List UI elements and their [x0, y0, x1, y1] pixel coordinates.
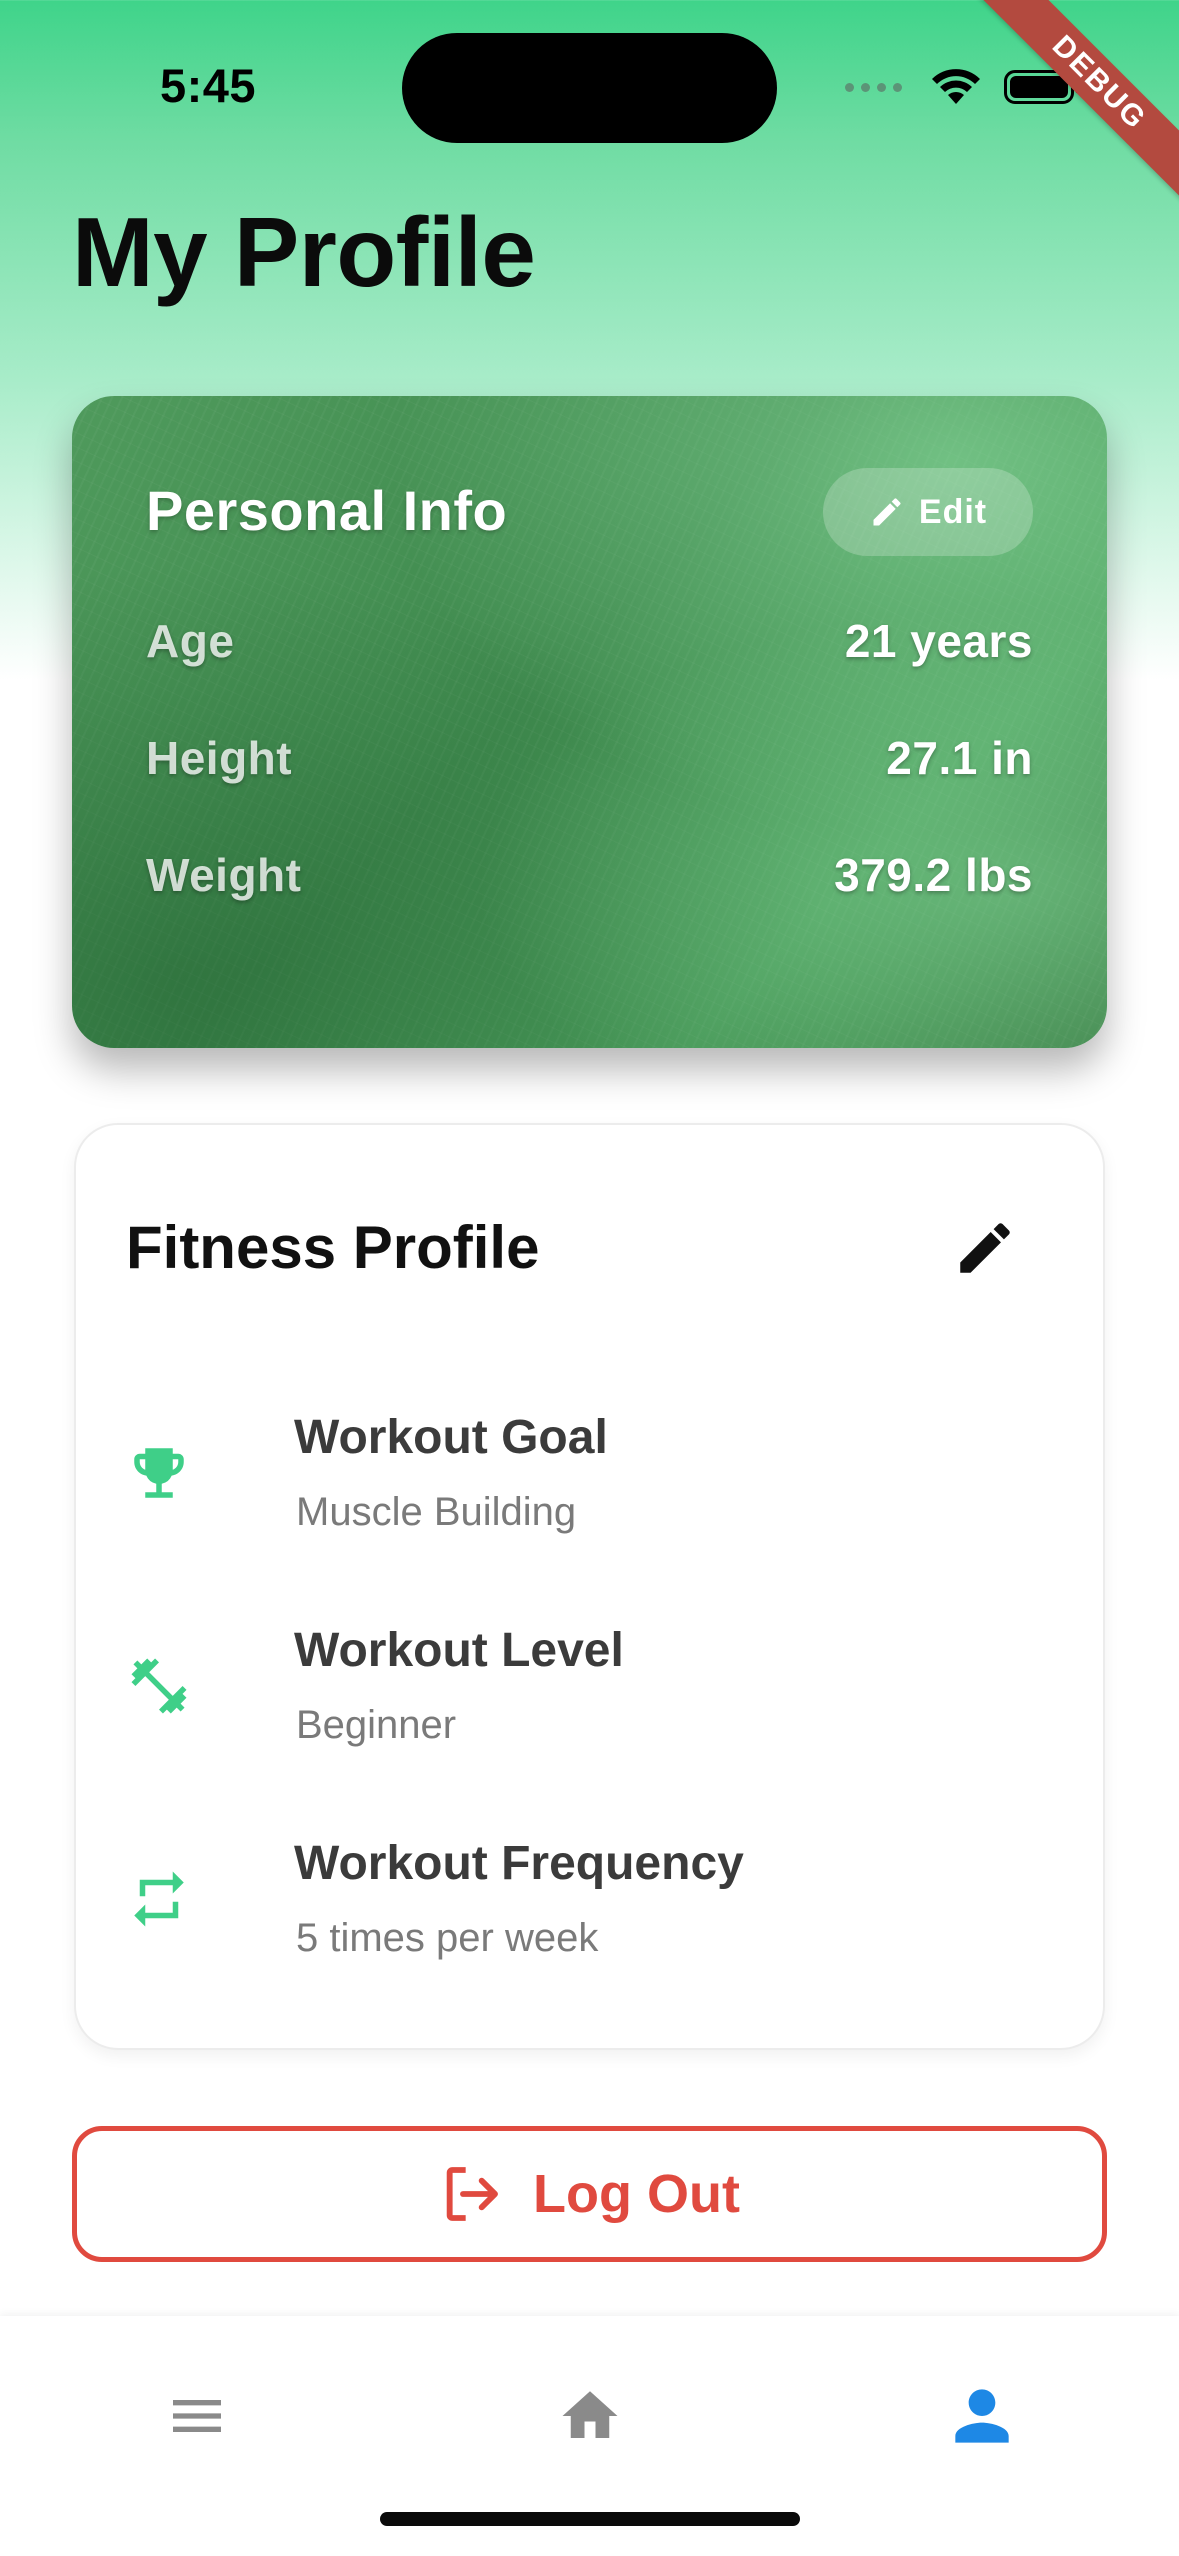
status-time: 5:45 — [160, 59, 257, 112]
edit-label: Edit — [918, 492, 988, 531]
fitness-item-title: Workout Frequency — [294, 1837, 744, 1890]
repeat-icon — [134, 1871, 184, 1927]
fitness-edit-pencil-icon[interactable] — [952, 1215, 1018, 1281]
fitness-item-value: Muscle Building — [296, 1490, 577, 1534]
fitness-profile-heading: Fitness Profile — [126, 1214, 540, 1281]
home-indicator — [380, 2512, 800, 2526]
nav-profile-button[interactable] — [942, 2376, 1022, 2456]
logout-icon — [446, 2167, 498, 2221]
logout-label: Log Out — [533, 2164, 740, 2224]
info-row-weight: Weight 379.2 lbs — [146, 848, 1033, 902]
debug-banner: DEBUG — [948, 0, 1179, 234]
fitness-item-workout-frequency[interactable]: Workout Frequency 5 times per week — [126, 1836, 1026, 1976]
personal-info-heading: Personal Info — [146, 479, 508, 542]
info-label: Age — [146, 615, 235, 667]
trophy-icon — [134, 1448, 184, 1498]
nav-home-button[interactable] — [550, 2376, 630, 2456]
nav-menu-button[interactable] — [157, 2376, 237, 2456]
fitness-item-workout-goal[interactable]: Workout Goal Muscle Building — [126, 1410, 1026, 1550]
wifi-icon — [932, 69, 980, 104]
info-label: Weight — [146, 849, 302, 901]
dumbbell-icon — [131, 1658, 187, 1714]
info-value: 21 years — [844, 615, 1033, 667]
menu-icon — [173, 2400, 221, 2432]
home-icon — [562, 2391, 618, 2438]
info-value: 379.2 lbs — [834, 849, 1033, 901]
info-label: Height — [146, 732, 293, 784]
profile-icon — [955, 2389, 1009, 2443]
fitness-item-title: Workout Level — [294, 1624, 624, 1677]
logout-button[interactable]: Log Out — [72, 2126, 1107, 2262]
fitness-item-value: 5 times per week — [296, 1916, 599, 1960]
info-row-age: Age 21 years — [146, 614, 1033, 668]
fitness-item-workout-level[interactable]: Workout Level Beginner — [126, 1623, 1026, 1763]
fitness-profile-card: Fitness Profile Workout Goal Muscle Buil… — [74, 1123, 1105, 2050]
info-value: 27.1 in — [886, 732, 1033, 784]
dynamic-island — [402, 33, 777, 143]
fitness-item-title: Workout Goal — [294, 1411, 608, 1464]
pencil-icon — [873, 498, 901, 526]
personal-info-edit-button[interactable]: Edit — [823, 468, 1033, 556]
fitness-item-value: Beginner — [296, 1703, 457, 1747]
cellular-signal-icon — [845, 82, 902, 92]
personal-info-card: Personal Info Edit Age 21 years Height 2… — [72, 396, 1107, 1048]
info-row-height: Height 27.1 in — [146, 731, 1033, 785]
status-icons — [845, 68, 1081, 106]
page-title: My Profile — [72, 197, 536, 307]
